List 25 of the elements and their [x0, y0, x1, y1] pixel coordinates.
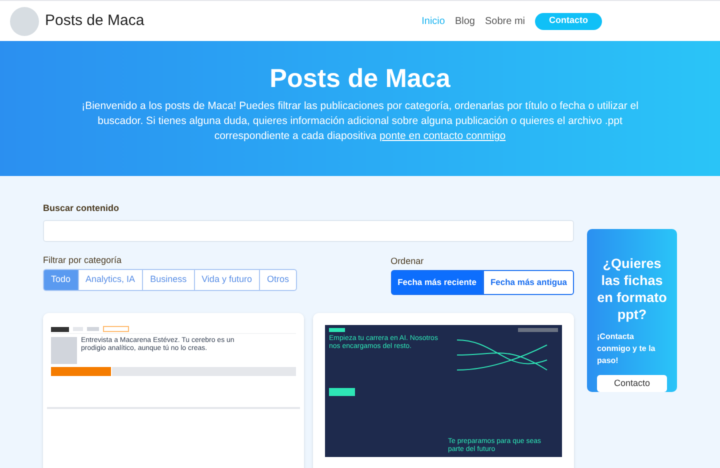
- avatar-icon: [10, 6, 39, 36]
- filter-label: Filtrar por categoría: [43, 254, 123, 267]
- category-button[interactable]: Todo: [43, 269, 79, 291]
- search-field[interactable]: [43, 220, 574, 242]
- site-title: Posts de Maca: [45, 10, 144, 31]
- promo-contact-button[interactable]: Contacto: [597, 375, 667, 392]
- nav-link[interactable]: Blog: [454, 14, 475, 28]
- category-button[interactable]: Business: [142, 269, 195, 291]
- promo-text: ¡Contacta conmigo y te la paso!: [597, 331, 656, 367]
- promo-title: ¿Quieres las fichas en formato ppt?: [597, 255, 667, 323]
- category-button[interactable]: Otros: [258, 269, 297, 291]
- category-button[interactable]: Analytics, IA: [78, 269, 144, 291]
- photo-placeholder: [51, 337, 77, 364]
- sort-label: Ordenar: [390, 254, 425, 268]
- hero-text: ¡Bienvenido a los posts de Maca! Puedes filtrar las publicaciones por categoría, ordenarlas por título o fecha o utilizar el buscador. Si tienes alguna duda, quieres información adicional sobre alguna publicación o quieres el archivo .ppt correspondiente a cada diapositiva ponte en contacto conmigo: [80, 99, 640, 144]
- hero-title: Posts de Maca: [270, 63, 450, 93]
- category-button[interactable]: Vida y futuro: [194, 269, 260, 291]
- play-bar: [51, 367, 111, 376]
- nav-link[interactable]: Sobre mi: [484, 14, 525, 28]
- contact-link[interactable]: ponte en contacto conmigo: [380, 130, 506, 142]
- search-label: Buscar contenido: [43, 202, 120, 215]
- contact-button[interactable]: Contacto: [535, 12, 602, 30]
- nav-link[interactable]: Inicio: [422, 14, 445, 28]
- sort-button[interactable]: Fecha más antigua: [483, 270, 574, 295]
- sort-button[interactable]: Fecha más reciente: [390, 270, 484, 295]
